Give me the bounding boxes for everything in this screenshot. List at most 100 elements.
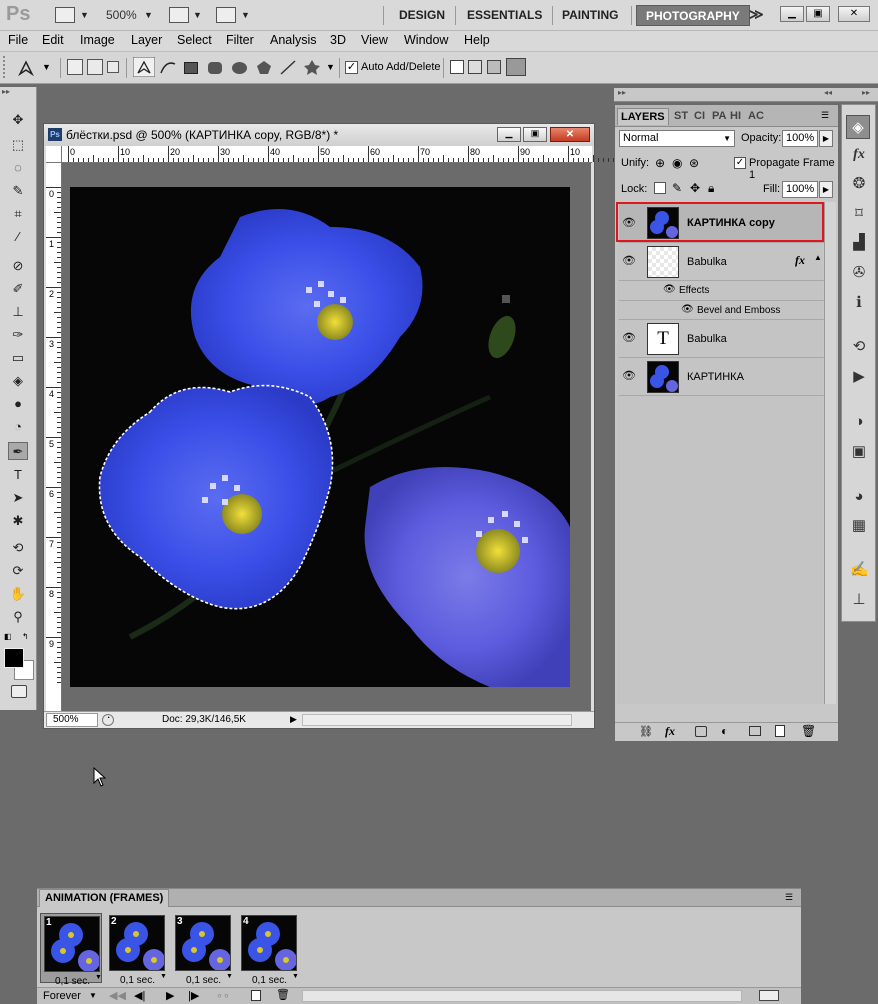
previous-frame-icon[interactable]: ◀| xyxy=(134,989,145,1002)
frame-delay[interactable]: 0,1 sec. xyxy=(186,975,221,986)
arrange-documents-icon[interactable] xyxy=(169,7,189,23)
foreground-color-swatch[interactable] xyxy=(4,648,24,668)
lock-transparent-icon[interactable] xyxy=(654,182,666,194)
workspace-design[interactable]: DESIGN xyxy=(390,5,454,26)
visibility-eye-icon[interactable]: 👁︎ xyxy=(622,331,636,344)
menu-help[interactable]: Help xyxy=(464,33,490,47)
history-brush-icon[interactable]: ✑ xyxy=(8,326,28,344)
lock-position-icon[interactable]: ✥ xyxy=(690,181,700,195)
collapse-icon[interactable]: ◂◂ xyxy=(824,88,832,97)
tab-channels[interactable]: CI xyxy=(691,108,708,124)
tab-layers[interactable]: LAYERS xyxy=(617,108,669,125)
minimize-icon[interactable]: ▁ xyxy=(780,6,804,22)
custom-shape-tool-icon[interactable]: ✱ xyxy=(8,512,28,530)
pen-tool-preset-icon[interactable] xyxy=(17,58,37,76)
zoom-tool-icon[interactable]: ⚲ xyxy=(8,608,28,626)
collapse-arrow-icon[interactable]: ▲ xyxy=(814,253,822,262)
styles-panel-icon[interactable]: fx xyxy=(850,147,868,165)
path-selection-icon[interactable]: ➤ xyxy=(8,489,28,507)
close-icon[interactable]: ✕ xyxy=(838,6,870,22)
paths-icon[interactable] xyxy=(87,59,103,75)
frame-delay[interactable]: 0,1 sec. xyxy=(252,975,287,986)
workspace-photography[interactable]: PHOTOGRAPHY xyxy=(636,5,750,26)
horizontal-scrollbar[interactable] xyxy=(302,714,572,726)
healing-brush-icon[interactable]: ⊘ xyxy=(8,257,28,275)
menu-file[interactable]: File xyxy=(8,33,28,47)
layer-row[interactable]: 👁︎ T Babulka xyxy=(619,320,825,358)
blur-tool-icon[interactable]: ● xyxy=(8,395,28,413)
path-combine-icon[interactable] xyxy=(450,60,464,74)
tab-styles[interactable]: ST xyxy=(671,108,691,124)
close-icon[interactable]: ✕ xyxy=(550,127,590,142)
marquee-tool-icon[interactable]: ⬚ xyxy=(8,136,28,154)
chevron-down-icon[interactable]: ▼ xyxy=(160,973,167,980)
animation-frame[interactable]: 1 0,1 sec. ▼ xyxy=(40,913,102,987)
chevron-down-icon[interactable]: ▼ xyxy=(95,974,102,981)
unify-style-icon[interactable]: ⊛ xyxy=(689,156,699,170)
fill-slider-icon[interactable]: ▶ xyxy=(819,181,833,198)
chevron-down-icon[interactable]: ▼ xyxy=(241,10,250,20)
color-icon[interactable]: ◕ xyxy=(850,488,868,506)
layer-row[interactable]: 👁︎ КАРТИНКА xyxy=(619,358,825,396)
add-mask-icon[interactable] xyxy=(695,726,707,737)
chevron-down-icon[interactable]: ▼ xyxy=(292,973,299,980)
effect-row[interactable]: 👁︎ Bevel and Emboss xyxy=(619,301,825,320)
menu-image[interactable]: Image xyxy=(80,33,115,47)
chevron-down-icon[interactable]: ▼ xyxy=(80,10,89,20)
custom-shape-icon[interactable] xyxy=(303,59,321,76)
polygon-tool-icon[interactable] xyxy=(256,60,272,75)
tab-animation[interactable]: ANIMATION (FRAMES) xyxy=(39,889,170,907)
swatches-icon[interactable]: ▦ xyxy=(850,517,868,535)
eraser-tool-icon[interactable]: ▭ xyxy=(8,349,28,367)
visibility-eye-icon[interactable]: 👁︎ xyxy=(681,304,694,315)
pen-icon[interactable] xyxy=(133,57,155,77)
clone-stamp-icon[interactable]: ⊥ xyxy=(8,303,28,321)
launch-bridge-icon[interactable] xyxy=(55,7,75,23)
hand-tool-icon[interactable]: ✋ xyxy=(8,585,28,603)
menu-filter[interactable]: Filter xyxy=(226,33,254,47)
type-tool-icon[interactable]: T xyxy=(8,466,28,484)
canvas-area[interactable] xyxy=(62,163,591,711)
animation-frame[interactable]: 3 0,1 sec. ▼ xyxy=(172,913,234,986)
lasso-tool-icon[interactable]: ◌ xyxy=(8,159,28,177)
move-tool-icon[interactable]: ✥ xyxy=(8,111,28,129)
collapse-icon[interactable]: ▸▸ xyxy=(862,88,870,97)
status-icon[interactable]: ◔ xyxy=(102,714,114,726)
fill-pixels-icon[interactable] xyxy=(107,61,119,73)
3d-rotate-icon[interactable]: ⟲ xyxy=(8,539,28,557)
rounded-rectangle-icon[interactable] xyxy=(208,62,222,74)
tab-history[interactable]: HI xyxy=(727,108,744,124)
fill-input[interactable]: 100% xyxy=(782,181,818,198)
chevron-down-icon[interactable]: ▼ xyxy=(89,991,97,1000)
frame-delay[interactable]: 0,1 sec. xyxy=(120,975,155,986)
animation-frame[interactable]: 2 0,1 sec. ▼ xyxy=(106,913,168,986)
chevron-down-icon[interactable]: ▼ xyxy=(193,10,202,20)
opacity-slider-icon[interactable]: ▶ xyxy=(819,130,833,147)
loop-select[interactable]: Forever xyxy=(43,990,81,1002)
menu-analysis[interactable]: Analysis xyxy=(270,33,317,47)
blend-mode-select[interactable]: Normal ▼ xyxy=(619,130,735,147)
adjustments-icon[interactable]: ◑ xyxy=(850,413,868,431)
layers-scrollbar[interactable] xyxy=(824,202,836,704)
animation-frame[interactable]: 4 0,1 sec. ▼ xyxy=(238,913,300,986)
layer-row[interactable]: 👁︎ Babulka fx ▲ xyxy=(619,243,825,281)
workspace-painting[interactable]: PAINTING xyxy=(553,5,627,26)
unify-position-icon[interactable]: ⊕ xyxy=(655,156,665,170)
effects-row[interactable]: 👁︎ Effects xyxy=(619,281,825,301)
visibility-eye-icon[interactable]: 👁︎ xyxy=(663,284,676,295)
screen-mode-icon[interactable] xyxy=(216,7,236,23)
default-colors-icon[interactable]: ◧ xyxy=(4,632,12,641)
propagate-checkbox[interactable]: ✓ xyxy=(734,157,746,169)
path-subtract-icon[interactable] xyxy=(468,60,482,74)
new-layer-icon[interactable] xyxy=(775,725,785,737)
first-frame-icon[interactable]: ◀◀ xyxy=(109,989,126,1002)
tab-actions[interactable]: AC xyxy=(745,108,767,124)
layers-panel-icon[interactable]: ◈ xyxy=(846,115,870,139)
convert-timeline-icon[interactable] xyxy=(759,990,779,1001)
visibility-eye-icon[interactable]: 👁︎ xyxy=(622,254,636,267)
info-icon[interactable]: ℹ xyxy=(850,294,868,312)
brush-tool-icon[interactable]: ✐ xyxy=(8,280,28,298)
next-frame-icon[interactable]: |▶ xyxy=(188,989,199,1002)
frames-scrollbar[interactable] xyxy=(302,990,742,1002)
adjustment-layer-icon[interactable]: ◐ xyxy=(721,724,728,738)
